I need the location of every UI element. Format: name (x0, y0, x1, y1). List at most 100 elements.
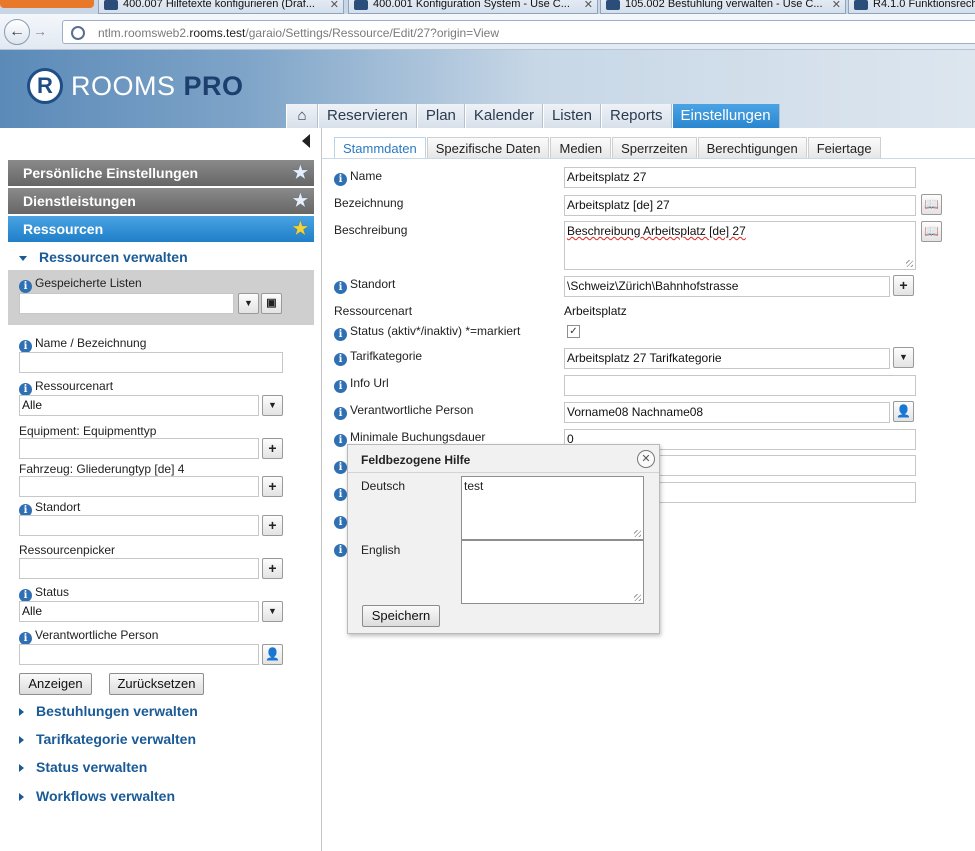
close-icon[interactable]: ✕ (330, 0, 339, 11)
close-icon[interactable]: ✕ (637, 450, 655, 468)
browser-tab[interactable]: 400.007 Hilfetexte konfigurieren (Draf..… (98, 0, 344, 14)
english-textarea[interactable] (461, 540, 644, 604)
tab-spezifische-daten[interactable]: Spezifische Daten (426, 137, 550, 158)
forward-arrow-icon[interactable]: → (33, 23, 47, 39)
plus-icon[interactable]: + (262, 476, 283, 497)
book-icon[interactable]: 📖 (921, 194, 942, 215)
nav-reservieren[interactable]: Reservieren (318, 104, 417, 128)
tab-sperrzeiten[interactable]: Sperrzeiten (612, 137, 697, 158)
verantwortliche-person-input[interactable]: Vorname08 Nachname08 (564, 402, 890, 423)
bezeichnung-input[interactable]: Arbeitsplatz [de] 27 (564, 195, 916, 216)
standort-input[interactable]: \Schweiz\Zürich\Bahnhofstrasse (564, 276, 890, 297)
link-tarifkategorie-verwalten[interactable]: Tarifkategorie verwalten (19, 731, 196, 747)
star-icon[interactable]: ★ (293, 220, 308, 238)
beschreibung-textarea[interactable]: Beschreibung Arbeitsplatz [de] 27 (564, 221, 916, 270)
deutsch-textarea[interactable]: test (461, 476, 644, 540)
chevron-down-icon[interactable]: ▼ (262, 601, 283, 622)
plus-icon[interactable]: + (262, 438, 283, 459)
filter-ressourcenpicker-input[interactable] (19, 558, 259, 579)
link-bestuhlungen-verwalten[interactable]: Bestuhlungen verwalten (19, 703, 198, 719)
label-text: Ressourcenart (35, 379, 114, 393)
filter-name-input[interactable] (19, 352, 283, 373)
chevron-down-icon[interactable]: ▼ (262, 395, 283, 416)
filter-ressourcenart-select[interactable]: Alle (19, 395, 259, 416)
back-arrow-icon[interactable]: ← (4, 19, 30, 45)
filter-standort-input[interactable] (19, 515, 259, 536)
zuruecksetzen-button[interactable]: Zurücksetzen (109, 673, 204, 695)
tab-medien[interactable]: Medien (550, 137, 612, 158)
filter-status-select[interactable]: Alle (19, 601, 259, 622)
star-icon[interactable]: ★ (293, 192, 308, 210)
info-icon[interactable]: i (334, 516, 347, 529)
info-icon[interactable]: i (334, 488, 347, 501)
name-label: i Name (334, 169, 382, 186)
filter-ressourcenpicker-label: Ressourcenpicker (19, 543, 116, 557)
info-icon[interactable]: i (334, 544, 347, 557)
plus-icon[interactable]: + (262, 558, 283, 579)
status-checkbox[interactable]: ✓ (567, 325, 580, 338)
tab-stammdaten[interactable]: Stammdaten (334, 137, 426, 158)
browser-tab[interactable]: R4.1.0 Funktionsrech (848, 0, 975, 14)
address-bar[interactable]: ntlm.roomsweb2.rooms.test/garaio/Setting… (62, 20, 975, 44)
tab-berechtigungen[interactable]: Berechtigungen (697, 137, 807, 158)
info-url-input[interactable] (564, 375, 916, 396)
link-workflows-verwalten[interactable]: Workflows verwalten (19, 788, 175, 804)
chevron-down-icon[interactable]: ▼ (238, 293, 259, 314)
close-icon[interactable]: ✕ (832, 0, 841, 11)
tarifkategorie-select[interactable]: Arbeitsplatz 27 Tarifkategorie (564, 348, 890, 369)
resize-grip-icon[interactable] (906, 260, 913, 267)
link-status-verwalten[interactable]: Status verwalten (19, 759, 147, 775)
site-info-icon[interactable] (71, 26, 85, 40)
info-icon[interactable]: i (334, 461, 347, 474)
info-icon[interactable]: i (19, 280, 32, 293)
favicon-icon (354, 0, 368, 10)
nav-reports[interactable]: Reports (600, 104, 672, 128)
info-icon[interactable]: i (334, 328, 347, 341)
tab-feiertage[interactable]: Feiertage (807, 137, 881, 158)
link-ressourcen-verwalten[interactable]: Ressourcen verwalten (19, 249, 188, 265)
info-icon[interactable]: i (334, 281, 347, 294)
book-icon[interactable]: 📖 (921, 221, 942, 242)
person-icon[interactable]: 👤 (262, 644, 283, 665)
close-icon[interactable]: ✕ (584, 0, 593, 11)
plus-icon[interactable]: + (262, 515, 283, 536)
nav-listen[interactable]: Listen (542, 104, 601, 128)
filter-person-input[interactable] (19, 644, 259, 665)
link-label: Bestuhlungen verwalten (36, 703, 198, 719)
label-text: Standort (350, 277, 396, 291)
label-text: Status (aktiv*/inaktiv) *=markiert (350, 324, 521, 338)
info-icon[interactable]: i (334, 353, 347, 366)
nav-einstellungen[interactable]: Einstellungen (671, 104, 780, 128)
section-dienstleistungen[interactable]: Dienstleistungen ★ (8, 188, 314, 215)
collapse-sidebar-icon[interactable] (302, 134, 310, 148)
browser-tab[interactable]: 105.002 Bestuhlung verwalten - Use C... ✕ (600, 0, 846, 14)
url-prefix: ntlm.roomsweb2. (98, 26, 190, 40)
anzeigen-button[interactable]: Anzeigen (19, 673, 92, 695)
star-icon[interactable]: ★ (293, 164, 308, 182)
info-icon[interactable]: i (334, 407, 347, 420)
chevron-down-icon[interactable]: ▼ (893, 347, 914, 368)
filter-equipment-input[interactable] (19, 438, 259, 459)
section-ressourcen[interactable]: Ressourcen ★ (8, 216, 314, 243)
plus-icon[interactable]: + (893, 275, 914, 296)
info-icon[interactable]: i (334, 173, 347, 186)
info-icon[interactable]: i (334, 380, 347, 393)
saved-lists-select[interactable] (19, 293, 234, 314)
filter-fahrzeug-input[interactable] (19, 476, 259, 497)
resize-grip-icon[interactable] (634, 530, 641, 537)
person-icon[interactable]: 👤 (893, 401, 914, 422)
nav-kalender[interactable]: Kalender (464, 104, 543, 128)
resize-grip-icon[interactable] (634, 594, 641, 601)
info-icon[interactable]: i (334, 434, 347, 447)
browser-tab[interactable]: 400.001 Konfiguration System - Use C... ✕ (348, 0, 598, 14)
floppy-disk-icon[interactable]: ▣ (261, 293, 282, 314)
home-icon[interactable]: ⌂ (286, 104, 318, 128)
browser-tab-title: 105.002 Bestuhlung verwalten - Use C... (625, 0, 823, 10)
name-input[interactable]: Arbeitsplatz 27 (564, 167, 916, 188)
section-persoenliche-einstellungen[interactable]: Persönliche Einstellungen ★ (8, 160, 314, 187)
nav-plan[interactable]: Plan (416, 104, 465, 128)
browser-menu-button[interactable] (0, 0, 94, 8)
speichern-button[interactable]: Speichern (362, 605, 440, 627)
main-navigation: ⌂ Reservieren Plan Kalender Listen Repor… (286, 104, 780, 128)
browser-toolbar: ← → ntlm.roomsweb2.rooms.test/garaio/Set… (0, 14, 975, 50)
